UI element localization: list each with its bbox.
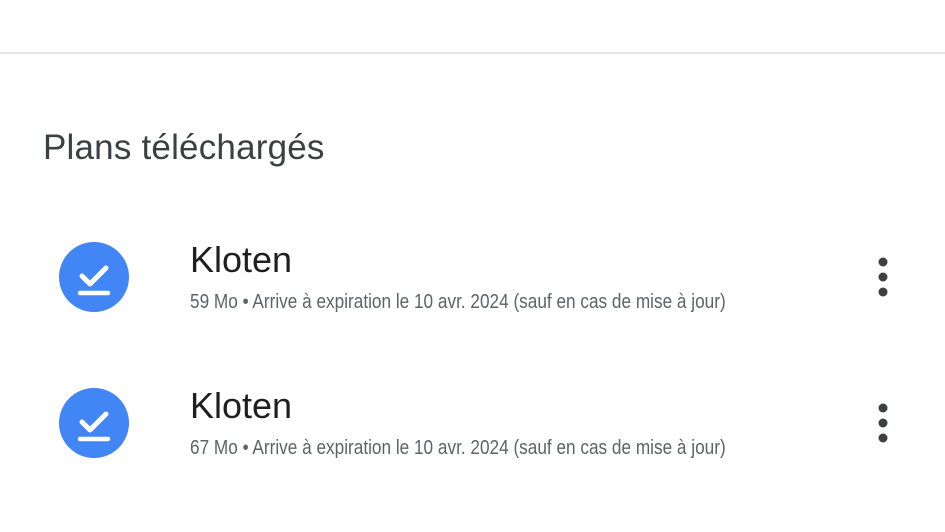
map-name: Kloten bbox=[190, 385, 293, 426]
download-done-icon bbox=[59, 388, 129, 458]
download-done-icon bbox=[59, 242, 129, 312]
offline-map-item[interactable]: Kloten 59 Mo • Arrive à expiration le 10… bbox=[0, 208, 945, 348]
more-vert-button[interactable] bbox=[862, 398, 904, 448]
map-name: Kloten bbox=[190, 239, 293, 280]
top-divider bbox=[0, 52, 945, 54]
more-vert-icon bbox=[878, 257, 888, 297]
more-vert-button[interactable] bbox=[862, 252, 904, 302]
more-vert-icon bbox=[878, 403, 888, 443]
map-details: 67 Mo • Arrive à expiration le 10 avr. 2… bbox=[190, 437, 726, 459]
map-details: 59 Mo • Arrive à expiration le 10 avr. 2… bbox=[190, 291, 726, 313]
offline-maps-screen: Plans téléchargés Kloten 59 Mo • Arrive … bbox=[0, 0, 945, 532]
section-title: Plans téléchargés bbox=[43, 128, 325, 167]
offline-map-item[interactable]: Kloten 67 Mo • Arrive à expiration le 10… bbox=[0, 354, 945, 494]
